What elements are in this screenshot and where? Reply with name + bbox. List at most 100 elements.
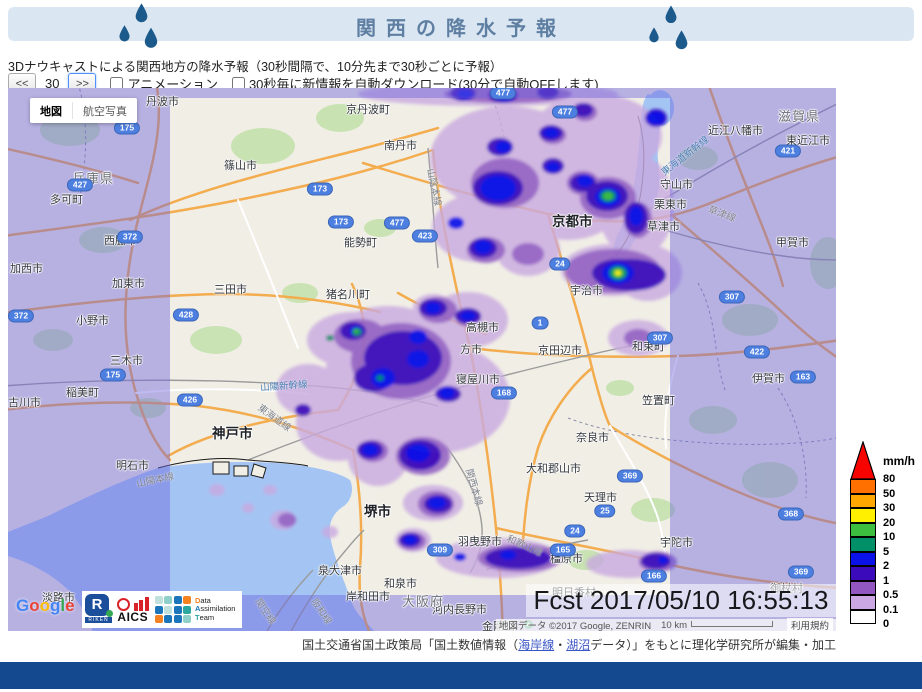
route-shield: 24 bbox=[549, 258, 570, 271]
map-type-map-button[interactable]: 地図 bbox=[30, 103, 72, 119]
dat-grid bbox=[155, 596, 192, 623]
lake-link[interactable]: 湖沼 bbox=[566, 638, 590, 652]
aics-marks bbox=[117, 597, 149, 611]
legend-tick: 5 bbox=[883, 546, 889, 561]
map-label: 奈良市 bbox=[576, 429, 609, 445]
map-label: 方市 bbox=[460, 341, 482, 357]
route-shield: 477 bbox=[384, 217, 410, 230]
route-number: 173 bbox=[334, 217, 348, 227]
map-type-satellite-button[interactable]: 航空写真 bbox=[73, 103, 137, 119]
source-note: 国土交通省国土政策局「国土数値情報（海岸線・湖沼データ）」をもとに理化学研究所が… bbox=[302, 636, 836, 653]
map-label: 甲賀市 bbox=[776, 234, 809, 250]
route-number: 24 bbox=[570, 526, 579, 536]
route-number: 175 bbox=[106, 370, 120, 380]
dat-grid-cell bbox=[164, 596, 172, 604]
route-number: 372 bbox=[14, 311, 28, 321]
map-label: 羽曳野市 bbox=[458, 533, 502, 549]
legend-swatch bbox=[850, 566, 876, 581]
terms-link[interactable]: 利用規約 bbox=[787, 618, 833, 631]
google-logo-letter: o bbox=[29, 596, 39, 615]
dat-grid-cell bbox=[174, 606, 182, 614]
map-label: 高槻市 bbox=[466, 319, 499, 335]
route-number: 307 bbox=[725, 292, 739, 302]
route-shield: 24 bbox=[564, 525, 585, 538]
legend-unit: mm/h bbox=[883, 454, 915, 468]
dat-grid-cell bbox=[164, 615, 172, 623]
dat-grid-cell bbox=[183, 606, 191, 614]
dat-grid-cell bbox=[164, 606, 172, 614]
route-shield: 422 bbox=[744, 346, 770, 359]
map-label: 加西市 bbox=[10, 260, 43, 276]
scale-bar bbox=[691, 621, 773, 627]
dat-grid-cell bbox=[155, 596, 163, 604]
precip-legend: mm/h 80 50 30 20 10 bbox=[850, 441, 922, 637]
google-logo-letter: G bbox=[16, 596, 29, 615]
dat-grid-cell bbox=[174, 615, 182, 623]
dat-grid-cell bbox=[183, 615, 191, 623]
dat-grid-cell bbox=[174, 596, 182, 604]
map-type-control: 地図 航空写真 bbox=[30, 98, 137, 123]
route-shield: 423 bbox=[412, 230, 438, 243]
route-shield: 369 bbox=[617, 470, 643, 483]
map-label: 三木市 bbox=[110, 352, 143, 368]
google-logo-letter: o bbox=[40, 596, 50, 615]
route-shield: 168 bbox=[491, 387, 517, 400]
route-shield: 372 bbox=[8, 310, 34, 323]
map-label: 多可町 bbox=[50, 191, 83, 207]
route-shield: 166 bbox=[641, 570, 667, 583]
route-shield: 369 bbox=[788, 566, 814, 579]
map-label: 泉大津市 bbox=[318, 562, 362, 578]
route-shield: 1 bbox=[532, 317, 549, 330]
map-label: 篠山市 bbox=[224, 157, 257, 173]
map-label: 南丹市 bbox=[384, 137, 417, 153]
route-shield: 427 bbox=[67, 179, 93, 192]
map-label: 加東市 bbox=[112, 275, 145, 291]
map-label: 滋賀県 bbox=[778, 106, 820, 125]
route-number: 477 bbox=[558, 107, 572, 117]
route-shield: 421 bbox=[775, 145, 801, 158]
legend-swatch bbox=[850, 508, 876, 523]
map-label: 小野市 bbox=[76, 312, 109, 328]
route-number: 477 bbox=[390, 218, 404, 228]
route-shield: 165 bbox=[550, 544, 576, 557]
riken-label: RIKEN bbox=[85, 617, 112, 623]
map-label: 大和郡山市 bbox=[526, 460, 581, 476]
google-logo[interactable]: Google bbox=[16, 596, 75, 616]
route-number: 369 bbox=[794, 567, 808, 577]
data-assimilation-team-logo: DataAssimilationTeam bbox=[155, 596, 236, 623]
map-data-credit: 地図データ ©2017 Google, ZENRIN bbox=[499, 618, 651, 631]
legend-tick: 80 bbox=[883, 473, 895, 488]
route-shield: 426 bbox=[177, 394, 203, 407]
map-label: 丹波市 bbox=[146, 93, 179, 109]
dat-text-line: Team bbox=[195, 614, 235, 623]
scale-label: 10 km bbox=[661, 620, 687, 631]
route-number: 163 bbox=[796, 372, 810, 382]
route-shield: 173 bbox=[307, 183, 333, 196]
riken-logo: R RIKEN bbox=[85, 594, 112, 625]
map-label: 岸和田市 bbox=[346, 588, 390, 604]
legend-tick: 30 bbox=[883, 502, 895, 517]
coastline-link[interactable]: 海岸線 bbox=[518, 638, 554, 652]
route-shield: 25 bbox=[594, 505, 615, 518]
route-number: 427 bbox=[73, 180, 87, 190]
map-label: 宇治市 bbox=[570, 282, 603, 298]
route-shield: 307 bbox=[647, 332, 673, 345]
legend-swatch bbox=[850, 581, 876, 596]
source-note-text-end: データ）」をもとに理化学研究所が編集・加工 bbox=[590, 638, 836, 652]
raindrops-icon-right bbox=[648, 4, 698, 56]
route-number: 175 bbox=[120, 123, 134, 133]
map-label: 猪名川町 bbox=[326, 286, 370, 302]
legend-swatch bbox=[850, 610, 876, 625]
source-note-text: 国土交通省国土政策局「国土数値情報（ bbox=[302, 638, 518, 652]
route-number: 369 bbox=[623, 471, 637, 481]
map-label: 京丹波町 bbox=[346, 101, 390, 117]
map-label: 京田辺市 bbox=[538, 342, 582, 358]
route-number: 1 bbox=[538, 318, 543, 328]
map-label: 天理市 bbox=[584, 489, 617, 505]
dat-grid-cell bbox=[155, 615, 163, 623]
map-label: 稲美町 bbox=[66, 384, 99, 400]
legend-swatch bbox=[850, 595, 876, 610]
map-canvas[interactable]: 丹波市京丹波町南丹市篠山市多可町西脇市加東市加西市小野市三木市稲美町古川市明石市… bbox=[8, 88, 836, 631]
route-number: 173 bbox=[313, 184, 327, 194]
legend-swatch bbox=[850, 523, 876, 538]
